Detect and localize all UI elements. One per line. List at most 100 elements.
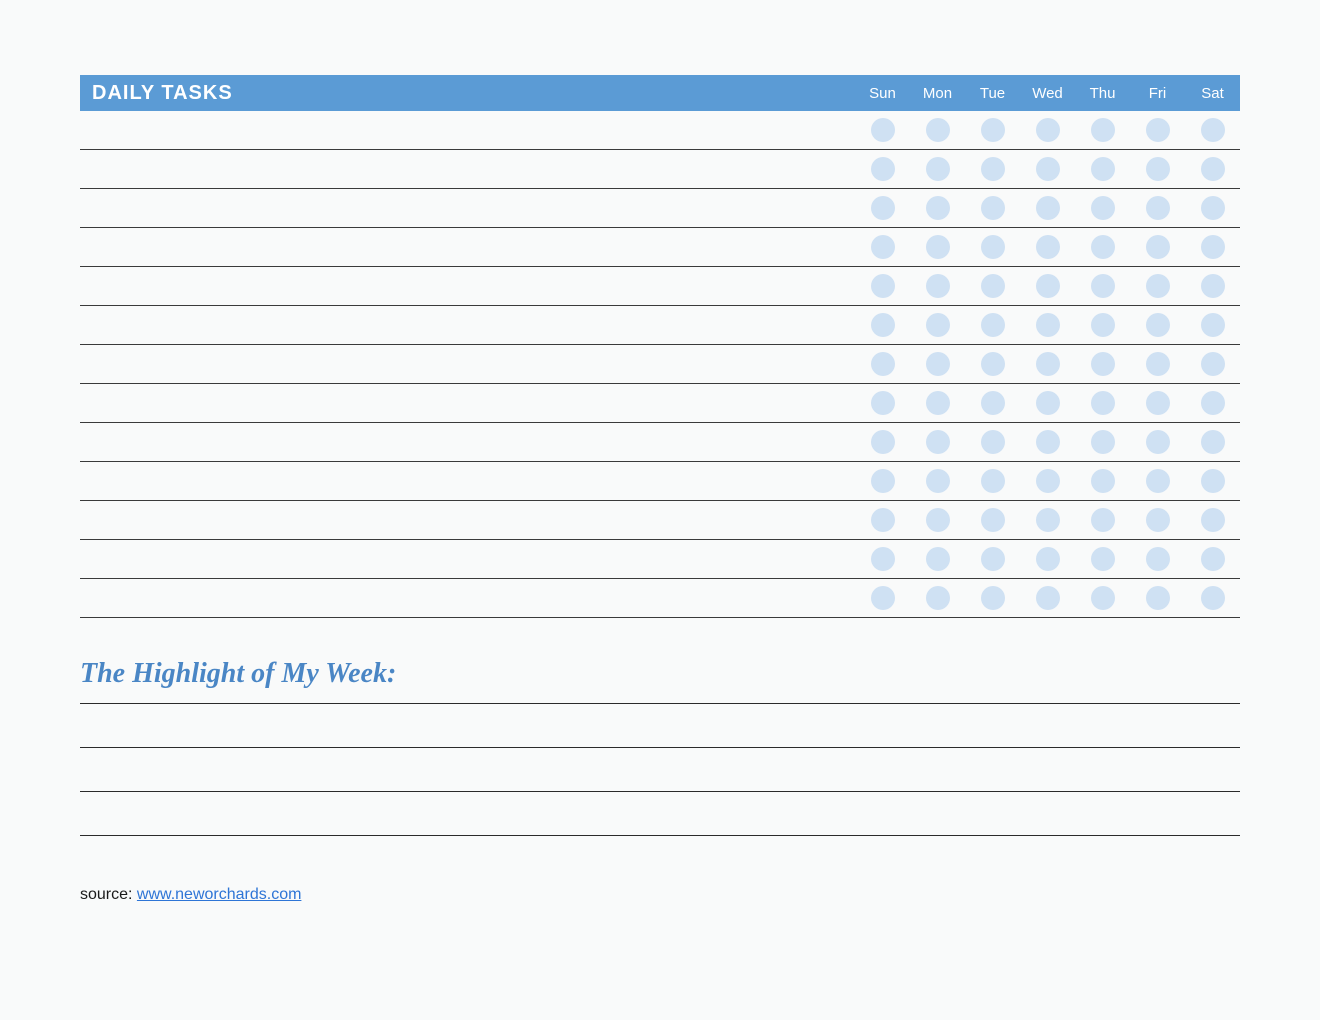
task-dot[interactable] (1091, 508, 1115, 532)
task-dot[interactable] (1146, 391, 1170, 415)
task-input-line[interactable] (80, 423, 855, 461)
task-dot[interactable] (926, 313, 950, 337)
task-dot[interactable] (981, 391, 1005, 415)
task-dot[interactable] (926, 235, 950, 259)
task-dot[interactable] (1091, 547, 1115, 571)
task-dot[interactable] (871, 157, 895, 181)
task-dot[interactable] (1146, 118, 1170, 142)
task-dot[interactable] (1201, 508, 1225, 532)
task-dot[interactable] (1091, 586, 1115, 610)
task-dot[interactable] (871, 391, 895, 415)
highlight-line[interactable] (80, 748, 1240, 792)
task-dot[interactable] (981, 118, 1005, 142)
task-dot[interactable] (1091, 391, 1115, 415)
task-input-line[interactable] (80, 111, 855, 149)
task-dot[interactable] (926, 469, 950, 493)
task-dot[interactable] (871, 274, 895, 298)
task-dot[interactable] (981, 547, 1005, 571)
task-dot[interactable] (1146, 469, 1170, 493)
task-dot[interactable] (981, 586, 1005, 610)
highlight-line[interactable] (80, 792, 1240, 836)
task-dot[interactable] (926, 547, 950, 571)
task-dot[interactable] (1036, 430, 1060, 454)
task-dot[interactable] (871, 586, 895, 610)
task-dot[interactable] (1091, 196, 1115, 220)
task-dot[interactable] (926, 508, 950, 532)
task-dot[interactable] (926, 352, 950, 376)
task-input-line[interactable] (80, 228, 855, 266)
task-input-line[interactable] (80, 150, 855, 188)
task-dot[interactable] (926, 196, 950, 220)
task-dot[interactable] (1036, 235, 1060, 259)
task-dot[interactable] (1201, 313, 1225, 337)
task-input-line[interactable] (80, 267, 855, 305)
task-input-line[interactable] (80, 579, 855, 617)
task-dot[interactable] (1201, 391, 1225, 415)
task-dot[interactable] (981, 196, 1005, 220)
task-dot[interactable] (1036, 547, 1060, 571)
task-dot[interactable] (1036, 391, 1060, 415)
task-dot[interactable] (1036, 313, 1060, 337)
task-dot[interactable] (981, 313, 1005, 337)
task-dot[interactable] (1201, 352, 1225, 376)
task-dot[interactable] (926, 274, 950, 298)
task-dot[interactable] (1146, 352, 1170, 376)
task-dot[interactable] (871, 235, 895, 259)
task-dot[interactable] (1146, 274, 1170, 298)
source-link[interactable]: www.neworchards.com (137, 886, 302, 903)
task-dot[interactable] (1201, 547, 1225, 571)
task-input-line[interactable] (80, 384, 855, 422)
task-dot[interactable] (1201, 118, 1225, 142)
task-dot[interactable] (981, 508, 1005, 532)
task-dot[interactable] (981, 430, 1005, 454)
task-dot[interactable] (871, 547, 895, 571)
task-dot[interactable] (1201, 469, 1225, 493)
task-dot[interactable] (1146, 313, 1170, 337)
task-dot[interactable] (1091, 313, 1115, 337)
task-dot[interactable] (926, 391, 950, 415)
task-dot[interactable] (871, 352, 895, 376)
task-dot[interactable] (871, 313, 895, 337)
task-input-line[interactable] (80, 345, 855, 383)
task-dot[interactable] (1146, 430, 1170, 454)
task-dot[interactable] (1146, 508, 1170, 532)
task-dot[interactable] (1201, 196, 1225, 220)
task-dot[interactable] (1036, 469, 1060, 493)
task-dot[interactable] (981, 469, 1005, 493)
task-dot[interactable] (981, 235, 1005, 259)
task-dot[interactable] (926, 586, 950, 610)
task-dot[interactable] (1036, 274, 1060, 298)
task-dot[interactable] (871, 469, 895, 493)
task-dot[interactable] (1201, 430, 1225, 454)
task-dot[interactable] (1091, 157, 1115, 181)
task-input-line[interactable] (80, 462, 855, 500)
highlight-line[interactable] (80, 704, 1240, 748)
task-dot[interactable] (926, 118, 950, 142)
task-dot[interactable] (1201, 235, 1225, 259)
task-dot[interactable] (1146, 157, 1170, 181)
task-dot[interactable] (1036, 157, 1060, 181)
task-dot[interactable] (1201, 586, 1225, 610)
task-dot[interactable] (1091, 274, 1115, 298)
task-dot[interactable] (1146, 235, 1170, 259)
task-dot[interactable] (871, 508, 895, 532)
task-dot[interactable] (871, 118, 895, 142)
task-input-line[interactable] (80, 189, 855, 227)
task-dot[interactable] (1091, 352, 1115, 376)
task-dot[interactable] (1146, 547, 1170, 571)
task-dot[interactable] (926, 430, 950, 454)
task-dot[interactable] (1036, 118, 1060, 142)
task-dot[interactable] (1036, 586, 1060, 610)
task-dot[interactable] (1146, 586, 1170, 610)
task-input-line[interactable] (80, 306, 855, 344)
task-input-line[interactable] (80, 501, 855, 539)
task-dot[interactable] (1091, 469, 1115, 493)
task-dot[interactable] (1091, 235, 1115, 259)
task-dot[interactable] (981, 352, 1005, 376)
highlight-line[interactable] (80, 696, 1240, 704)
task-dot[interactable] (871, 430, 895, 454)
task-dot[interactable] (1036, 352, 1060, 376)
task-dot[interactable] (981, 274, 1005, 298)
task-dot[interactable] (1201, 274, 1225, 298)
task-dot[interactable] (1201, 157, 1225, 181)
